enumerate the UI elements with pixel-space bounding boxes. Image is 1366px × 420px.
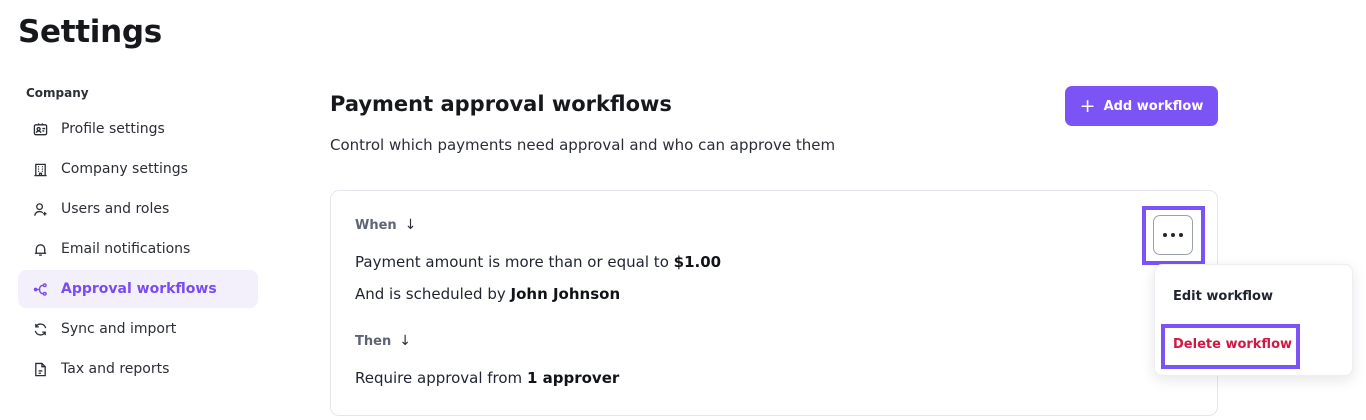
- sidebar-item-label: Email notifications: [61, 241, 191, 257]
- sidebar-item-sync-and-import[interactable]: Sync and import: [18, 310, 258, 348]
- condition-amount: Payment amount is more than or equal to …: [355, 253, 721, 271]
- plus-icon: +: [1079, 94, 1096, 117]
- condition-scheduler: And is scheduled by John Johnson: [355, 285, 620, 303]
- more-horizontal-icon: [1163, 233, 1183, 237]
- when-label: When ↓: [355, 217, 416, 233]
- sidebar-item-email-notifications[interactable]: Email notifications: [18, 230, 258, 268]
- sidebar-item-label: Profile settings: [61, 121, 165, 137]
- user-icon: [32, 201, 48, 217]
- settings-sidebar: Company Profile settings Company setting…: [18, 86, 258, 390]
- add-workflow-label: Add workflow: [1103, 98, 1204, 114]
- edit-workflow-menu-item[interactable]: Edit workflow: [1173, 289, 1273, 304]
- condition-scheduler-text: And is scheduled by: [355, 285, 506, 303]
- sidebar-item-label: Users and roles: [61, 201, 170, 217]
- condition-scheduler-value: John Johnson: [510, 285, 621, 303]
- page-title: Settings: [18, 14, 162, 50]
- sidebar-item-profile-settings[interactable]: Profile settings: [18, 110, 258, 148]
- sidebar-item-label: Approval workflows: [61, 281, 217, 297]
- document-icon: [32, 361, 48, 377]
- arrow-down-icon: ↓: [404, 217, 417, 233]
- id-card-icon: [32, 121, 48, 137]
- bell-icon: [32, 241, 48, 257]
- workflow-icon: [32, 281, 48, 297]
- action-approval-text: Require approval from: [355, 369, 523, 387]
- sidebar-section-label: Company: [26, 86, 89, 100]
- delete-workflow-menu-item[interactable]: Delete workflow: [1173, 337, 1292, 352]
- sidebar-item-company-settings[interactable]: Company settings: [18, 150, 258, 188]
- section-title: Payment approval workflows: [330, 92, 672, 116]
- condition-amount-text: Payment amount is more than or equal to: [355, 253, 669, 271]
- sidebar-item-approval-workflows[interactable]: Approval workflows: [18, 270, 258, 308]
- sidebar-item-label: Tax and reports: [61, 361, 170, 377]
- more-options-button[interactable]: [1153, 215, 1193, 255]
- section-subtitle: Control which payments need approval and…: [330, 136, 836, 154]
- action-approval-value: 1 approver: [526, 369, 620, 387]
- sidebar-item-label: Company settings: [61, 161, 188, 177]
- when-text: When: [355, 217, 397, 233]
- add-workflow-button[interactable]: + Add workflow: [1065, 86, 1218, 126]
- then-text: Then: [355, 333, 392, 349]
- then-label: Then ↓: [355, 333, 411, 349]
- sync-icon: [32, 321, 48, 337]
- action-approval: Require approval from 1 approver: [355, 369, 619, 387]
- workflow-actions-menu: Edit workflow Delete workflow: [1154, 264, 1353, 376]
- condition-amount-value: $1.00: [673, 253, 722, 271]
- workflow-card: When ↓ Payment amount is more than or eq…: [330, 190, 1218, 416]
- sidebar-item-tax-and-reports[interactable]: Tax and reports: [18, 350, 258, 388]
- building-icon: [32, 161, 48, 177]
- arrow-down-icon: ↓: [399, 333, 411, 349]
- sidebar-item-users-and-roles[interactable]: Users and roles: [18, 190, 258, 228]
- sidebar-item-label: Sync and import: [61, 321, 177, 337]
